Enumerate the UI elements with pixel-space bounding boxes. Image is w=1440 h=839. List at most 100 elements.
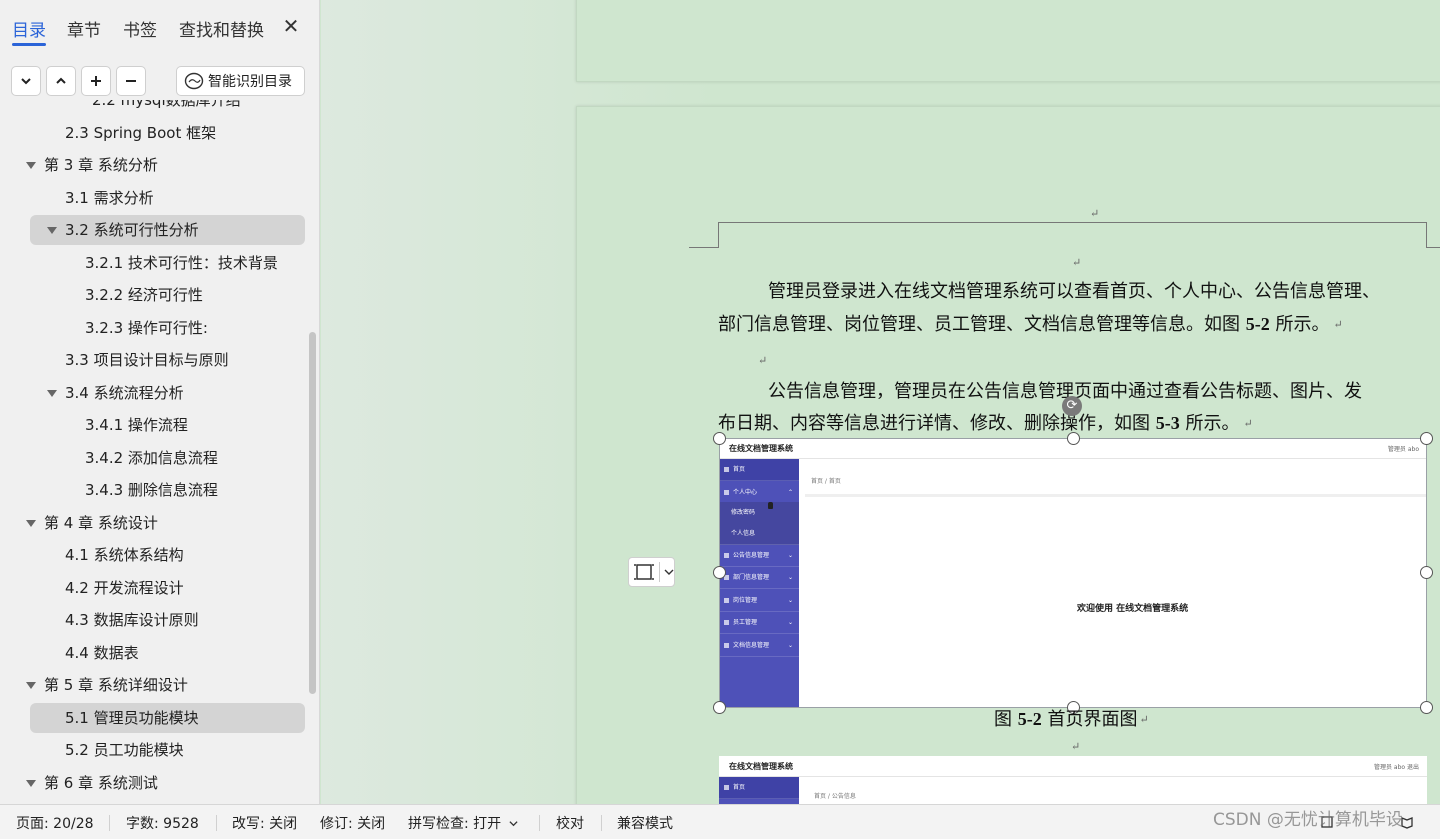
chevron-down-icon xyxy=(509,821,518,827)
body-paragraph-1-line-2[interactable]: 部门信息管理、岗位管理、员工管理、文档信息管理等信息。如图 5-2 所示。 ↵ xyxy=(718,308,1343,343)
mini-header: 在线文档管理系统 管理员 abo 退出 xyxy=(719,756,1427,777)
proofread-button[interactable]: 校对 xyxy=(556,813,584,833)
toc-item[interactable]: 第 5 章 系统详细设计 xyxy=(0,670,320,700)
smart-recognize-toc-button[interactable]: 智能识别目录 xyxy=(176,66,305,96)
tab-bookmarks[interactable]: 书签 xyxy=(123,16,157,41)
page-previous xyxy=(576,0,1440,82)
toc-item[interactable]: 3.3 项目设计目标与原则 xyxy=(0,345,320,375)
toc-item[interactable]: 3.2.3 操作可行性: xyxy=(0,313,320,343)
toc-item[interactable]: 5.2 员工功能模块 xyxy=(0,735,320,765)
toc-item-label: 3.4.1 操作流程 xyxy=(85,416,188,434)
image-selection-frame xyxy=(719,438,1427,708)
body-paragraph-1-line-1[interactable]: 管理员登录进入在线文档管理系统可以查看首页、个人中心、公告信息管理、 xyxy=(768,275,1380,308)
spellcheck-toggle[interactable]: 拼写检查: 打开 xyxy=(408,813,518,833)
toc-item-label: 3.1 需求分析 xyxy=(65,188,154,207)
layout-options-button[interactable] xyxy=(628,557,675,587)
resize-handle-top[interactable] xyxy=(1067,432,1080,445)
toc-item[interactable]: 第 3 章 系统分析 xyxy=(0,150,320,180)
toc-item-label: 3.2.1 技术可行性：技术背景 xyxy=(85,253,278,272)
resize-handle-bottom-right[interactable] xyxy=(1420,701,1433,714)
overwrite-toggle[interactable]: 改写: 关闭 xyxy=(232,813,297,833)
toc-item-label: 3.4 系统流程分析 xyxy=(65,383,184,402)
page-indicator[interactable]: 页面: 20/28 xyxy=(16,813,94,833)
mini-menu-label: 首页 xyxy=(733,784,746,791)
resize-handle-top-left[interactable] xyxy=(713,432,726,445)
watermark: CSDN @无忧计算机毕设 xyxy=(1213,810,1403,830)
divider xyxy=(216,815,217,831)
expand-button[interactable] xyxy=(46,66,76,96)
ai-recognize-icon xyxy=(184,72,204,90)
resize-handle-top-right[interactable] xyxy=(1420,432,1433,445)
toc-item[interactable]: 3.2.1 技术可行性：技术背景 xyxy=(0,248,320,278)
toc-item[interactable]: 3.2 系统可行性分析 xyxy=(0,215,320,245)
text-run: 布日期、内容等信息进行详情、修改、删除操作，如图 xyxy=(718,413,1156,434)
toc-item[interactable]: 2.3 Spring Boot 框架 xyxy=(0,118,320,148)
chevron-up-icon xyxy=(56,77,66,84)
text-run: 所示。 xyxy=(1179,413,1240,434)
toc-item-label: 4.3 数据库设计原则 xyxy=(65,611,199,629)
resize-handle-right[interactable] xyxy=(1420,566,1433,579)
resize-handle-left[interactable] xyxy=(713,566,726,579)
toc-scrollbar[interactable] xyxy=(309,332,316,694)
figure-caption[interactable]: 图 5-2 首页界面图 ↵ xyxy=(994,703,1149,738)
toc-item[interactable]: 3.2.2 经济可行性 xyxy=(0,280,320,310)
home-icon xyxy=(724,785,729,790)
divider xyxy=(659,562,660,582)
collapse-button[interactable] xyxy=(11,66,41,96)
toc-item[interactable]: 5.1 管理员功能模块 xyxy=(0,702,320,733)
wrap-text-icon xyxy=(634,564,654,580)
divider xyxy=(601,815,602,831)
toc-item[interactable]: 3.4.1 操作流程 xyxy=(0,410,320,440)
text-run: 首页界面图 xyxy=(1041,709,1138,730)
expand-triangle-icon[interactable] xyxy=(47,389,57,397)
expand-triangle-icon[interactable] xyxy=(47,227,57,234)
chevron-down-icon xyxy=(21,78,31,85)
toc-item[interactable]: 4.3 数据库设计原则 xyxy=(0,605,320,635)
expand-triangle-icon[interactable] xyxy=(26,162,36,169)
revision-toggle[interactable]: 修订: 关闭 xyxy=(320,813,385,833)
toc-item-label: 3.4.3 删除信息流程 xyxy=(85,481,218,499)
toc-item[interactable]: 3.4.2 添加信息流程 xyxy=(0,443,320,473)
plus-icon xyxy=(91,76,101,86)
toc-item[interactable]: 4.4 数据表 xyxy=(0,638,320,668)
smart-recognize-label: 智能识别目录 xyxy=(208,74,292,90)
expand-triangle-icon[interactable] xyxy=(26,519,36,527)
toc-item[interactable]: 2.2 mysql数据库介绍 xyxy=(0,100,320,115)
resize-handle-bottom-left[interactable] xyxy=(713,701,726,714)
mini-app-title: 在线文档管理系统 xyxy=(729,762,793,771)
mini-menu-item: 首页 xyxy=(719,777,799,799)
toc-item[interactable]: 4.1 系统体系结构 xyxy=(0,540,320,570)
toc-item-label: 第 6 章 系统测试 xyxy=(44,773,158,792)
toc-item-label: 第 3 章 系统分析 xyxy=(44,156,158,174)
figure-announcement-screenshot[interactable]: 在线文档管理系统 管理员 abo 退出 首页 首页 / 公告信息 xyxy=(719,756,1427,804)
add-heading-button[interactable] xyxy=(81,66,111,96)
mini-breadcrumb: 首页 / 公告信息 xyxy=(814,793,856,800)
chevron-down-icon xyxy=(664,569,674,575)
toc-item[interactable]: 3.4.3 删除信息流程 xyxy=(0,475,320,505)
toc-item[interactable]: 3.1 需求分析 xyxy=(0,183,320,213)
toc-item[interactable]: 3.4 系统流程分析 xyxy=(0,378,320,408)
toc-item-label: 5.1 管理员功能模块 xyxy=(65,708,199,727)
tab-find-replace[interactable]: 查找和替换 xyxy=(179,16,264,41)
tab-toc[interactable]: 目录 xyxy=(12,16,46,41)
close-icon[interactable]: ✕ xyxy=(280,14,302,38)
paragraph-mark: ↵ xyxy=(1071,740,1081,753)
expand-triangle-icon[interactable] xyxy=(26,682,36,689)
toc-item[interactable]: 4.2 开发流程设计 xyxy=(0,573,320,603)
tab-chapters[interactable]: 章节 xyxy=(67,16,101,41)
toc-item[interactable]: 第 6 章 系统测试 xyxy=(0,768,320,798)
expand-triangle-icon[interactable] xyxy=(26,779,36,787)
remove-heading-button[interactable] xyxy=(116,66,146,96)
toc-item-label: 3.2 系统可行性分析 xyxy=(65,221,199,239)
body-paragraph-2-line-2[interactable]: 布日期、内容等信息进行详情、修改、删除操作，如图 5-3 所示。 ↵ xyxy=(718,407,1253,442)
figure-ref: 5-3 xyxy=(1155,413,1180,433)
toc-item[interactable]: 第 4 章 系统设计 xyxy=(0,508,320,538)
toc-item-label: 第 4 章 系统设计 xyxy=(44,513,158,532)
text-run: 图 xyxy=(994,709,1018,730)
figure-ref: 5-2 xyxy=(1245,314,1270,334)
toc-item-label: 第 5 章 系统详细设计 xyxy=(44,676,188,694)
rotate-icon[interactable]: ⟳ xyxy=(1062,396,1082,416)
paragraph-mark: ↵ xyxy=(1139,713,1149,726)
word-count[interactable]: 字数: 9528 xyxy=(126,813,199,833)
document-canvas[interactable]: ↵ ↵ 管理员登录进入在线文档管理系统可以查看首页、个人中心、公告信息管理、 部… xyxy=(321,0,1440,804)
